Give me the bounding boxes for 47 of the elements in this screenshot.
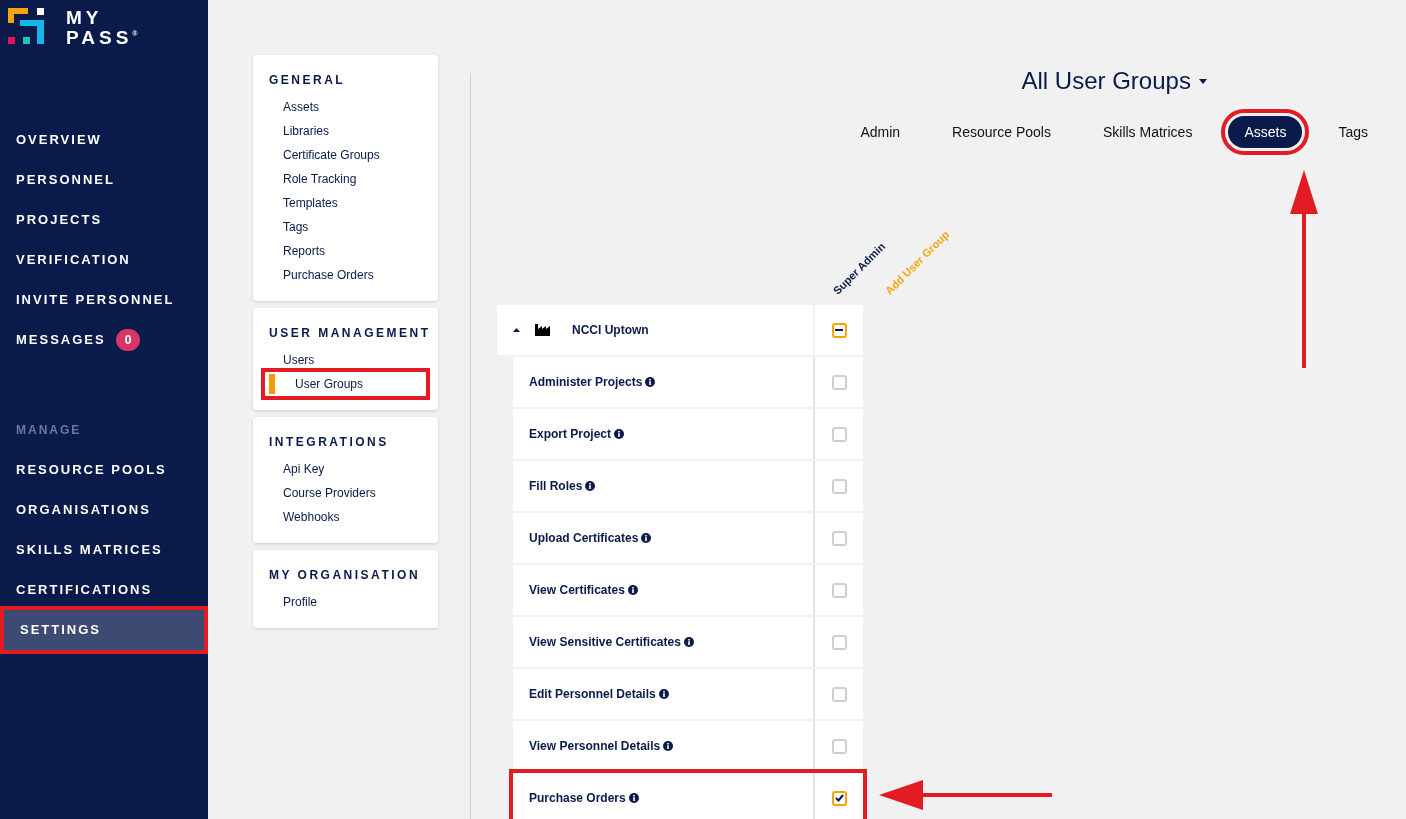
permission-label: View Certificates — [529, 582, 625, 599]
count-badge: 0 — [115, 329, 141, 351]
section-heading: USER MANAGEMENT — [268, 325, 432, 342]
settings-link[interactable]: Reports — [253, 239, 438, 263]
nav-item[interactable]: CERTIFICATIONS — [0, 570, 208, 610]
section-heading: MY ORGANISATION — [268, 567, 422, 584]
nav-item[interactable]: VERIFICATION — [0, 240, 208, 280]
settings-link[interactable]: Webhooks — [253, 505, 438, 529]
brand-name: PASS — [66, 28, 133, 48]
settings-link[interactable]: Profile — [253, 590, 438, 614]
section-heading: MANAGE — [15, 422, 83, 439]
settings-link[interactable]: Course Providers — [253, 481, 438, 505]
tab[interactable]: Skills Matrices — [1086, 116, 1209, 148]
section-heading: INTEGRATIONS — [268, 434, 390, 451]
settings-link[interactable]: Certificate Groups — [253, 143, 438, 167]
permission-label: Edit Personnel Details — [529, 686, 656, 703]
settings-link[interactable]: Api Key — [253, 457, 438, 481]
permission-label: Export Project — [529, 426, 612, 443]
permission-label: Upload Certificates — [529, 530, 639, 547]
settings-link[interactable]: Role Tracking — [253, 167, 438, 191]
tab[interactable]: Tags — [1322, 116, 1384, 148]
nav-item[interactable]: ORGANISATIONS — [0, 490, 208, 530]
settings-link[interactable]: Assets — [253, 95, 438, 119]
nav-item[interactable]: PERSONNEL — [0, 160, 208, 200]
nav-item[interactable]: OVERVIEW — [0, 120, 208, 160]
permission-label: Purchase Orders — [529, 790, 626, 807]
tab[interactable]: Resource Pools — [936, 116, 1067, 148]
permission-label: Fill Roles — [529, 478, 583, 495]
settings-link[interactable]: Tags — [253, 215, 438, 239]
nav-item[interactable]: RESOURCE POOLS — [0, 450, 208, 490]
settings-link[interactable]: Users — [253, 348, 438, 372]
section-heading: GENERAL — [268, 72, 347, 89]
nav-item[interactable]: MESSAGES 0 — [0, 320, 208, 360]
settings-link[interactable]: Templates — [253, 191, 438, 215]
settings-link[interactable]: Purchase Orders — [253, 263, 438, 287]
permission-label: View Sensitive Certificates — [529, 634, 681, 651]
user-groups-dropdown[interactable]: All User Groups — [1021, 64, 1207, 98]
settings-link[interactable]: Libraries — [253, 119, 438, 143]
tab[interactable]: Admin — [844, 116, 917, 148]
group-name: NCCI Uptown — [572, 322, 649, 339]
nav-item[interactable]: SKILLS MATRICES — [0, 530, 208, 570]
settings-link[interactable]: User Groups — [265, 372, 426, 396]
nav-item[interactable]: PROJECTS — [0, 200, 208, 240]
permission-label: Administer Projects — [529, 374, 643, 391]
brand-name: MY — [66, 8, 104, 28]
permission-label: View Personnel Details — [529, 738, 661, 755]
nav-item[interactable]: INVITE PERSONNEL — [0, 280, 208, 320]
